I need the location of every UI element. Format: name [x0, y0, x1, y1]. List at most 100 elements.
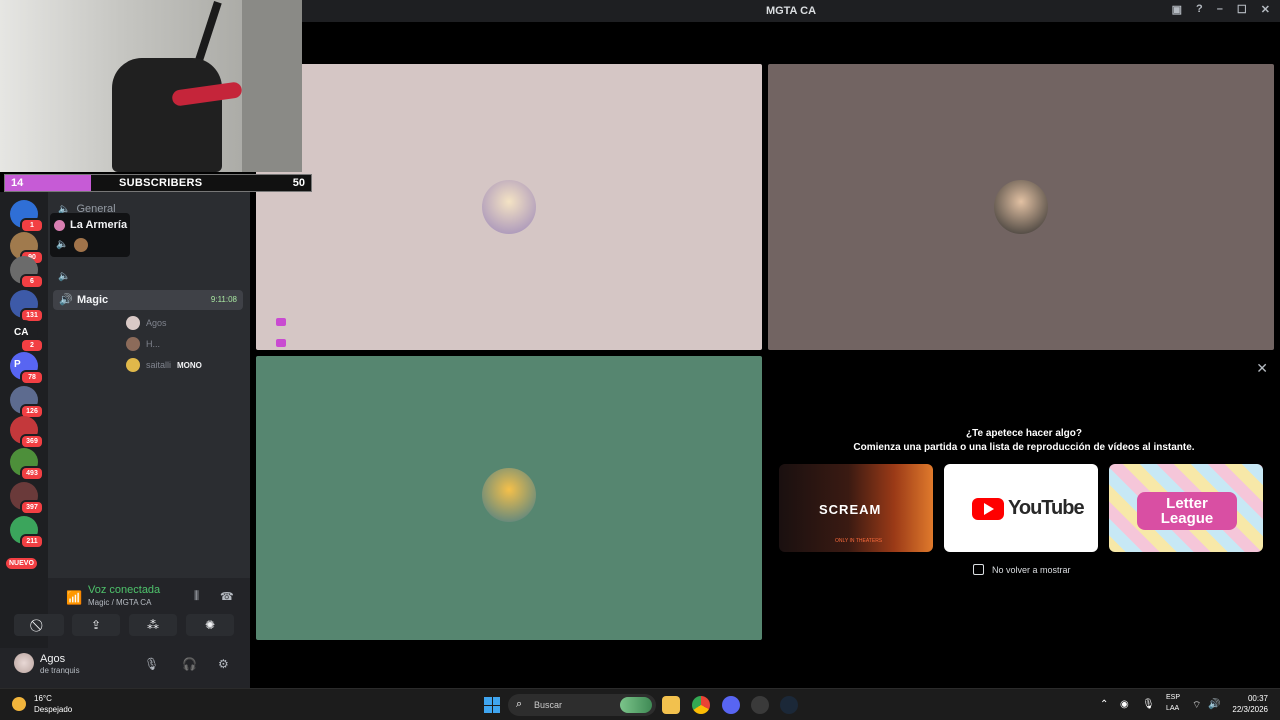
weather-condition: Despejado [34, 705, 73, 714]
channel-row[interactable]: 🔈 [58, 271, 70, 282]
chevron-up-icon[interactable]: ⌃ [1100, 699, 1108, 710]
mention-badge: 1 [20, 218, 44, 233]
mention-badge: 493 [20, 466, 44, 481]
language[interactable]: ESP [1166, 694, 1180, 701]
activity-question: ¿Te apetece hacer algo? [966, 428, 1082, 439]
language-region[interactable]: LAA [1166, 705, 1179, 712]
mention-badge: 78 [20, 370, 44, 385]
voice-member[interactable]: Agos [126, 316, 167, 330]
user-name: Agos [40, 653, 66, 665]
member-name: saitalli [146, 360, 172, 370]
server-icon[interactable]: 369 [10, 416, 44, 449]
activity-panel: ✕ ¿Te apetece hacer algo? Comienza una p… [768, 356, 1280, 640]
card-tagline: ONLY IN THEATERS [835, 538, 883, 544]
server-icon [54, 220, 65, 231]
voice-channel[interactable]: Magic / MGTA CA [88, 598, 151, 607]
participant-avatar [482, 468, 536, 522]
camera-off-button[interactable]: ⃠ [14, 614, 64, 636]
file-explorer-icon[interactable] [662, 696, 680, 714]
clock[interactable]: 00:37 [1232, 694, 1268, 703]
server-icon[interactable]: 211 [10, 516, 44, 549]
video-tile[interactable] [256, 356, 762, 640]
activities-button[interactable]: ⁂ [129, 614, 177, 636]
activity-card-letter-league[interactable]: Letter League [1109, 464, 1263, 552]
taskbar: 16°C Despejado ⌕ Buscar ⌃ ◉ 🎙 ESP LAA ⌔ … [0, 688, 1280, 720]
video-tile[interactable] [768, 64, 1274, 350]
network-app-icon[interactable]: ◉ [1120, 699, 1129, 710]
subscriber-goal: 50 [292, 177, 305, 189]
soundboard-button[interactable]: ✺ [186, 614, 234, 636]
help-icon[interactable]: ? [1196, 3, 1203, 16]
server-initials: CA [14, 327, 29, 338]
server-icon[interactable]: 6 [10, 256, 44, 289]
search-box[interactable]: ⌕ Buscar [508, 694, 656, 716]
activity-card-youtube[interactable]: YouTube [944, 464, 1098, 552]
avatar [126, 316, 140, 330]
server-icon[interactable]: 131 [10, 290, 44, 323]
gear-icon[interactable]: ⚙ [218, 657, 229, 671]
server-icon[interactable]: P 78 [10, 352, 44, 385]
voice-member[interactable]: saitalli MONO [126, 358, 202, 372]
inbox-icon[interactable]: ▣ [1172, 3, 1182, 16]
participant-avatar [482, 180, 536, 234]
search-icon: ⌕ [516, 698, 523, 710]
search-placeholder: Buscar [534, 700, 563, 710]
speaker-icon: 🔈 [58, 271, 71, 282]
signal-icon: 📶 [66, 590, 83, 605]
wifi-icon[interactable]: ⌔ [1192, 699, 1201, 712]
discord-icon[interactable] [722, 696, 740, 714]
dont-show-label: No volver a mostrar [992, 565, 1071, 575]
avatar [126, 358, 140, 372]
temperature: 16°C [34, 694, 52, 703]
card-title: YouTube [1008, 497, 1085, 519]
subscriber-goal-bar: 14 SUBSCRIBERS 50 [4, 174, 312, 192]
play-icon [984, 503, 994, 515]
chrome-icon[interactable] [692, 696, 710, 714]
disconnect-icon[interactable]: ☎ [220, 590, 234, 603]
subscriber-current: 14 [11, 177, 24, 189]
close-window-button[interactable]: ✕ [1261, 3, 1270, 16]
volume-icon[interactable]: 🔊 [1208, 699, 1220, 710]
server-initials: P [14, 359, 21, 370]
mention-badge: 6 [20, 274, 44, 289]
start-icon[interactable] [484, 697, 500, 713]
date[interactable]: 22/3/2026 [1222, 705, 1268, 714]
headphones-icon[interactable]: 🎧 [182, 657, 197, 671]
microphone-icon[interactable]: 🎙 [1142, 699, 1155, 710]
mention-badge: 2 [20, 338, 44, 353]
participant-avatar [994, 180, 1048, 234]
subscriber-label: SUBSCRIBERS [119, 177, 203, 189]
minimize-button[interactable]: – [1217, 3, 1223, 16]
server-tooltip: La Armería 🔈 [50, 213, 130, 257]
server-icon[interactable]: 1 [10, 200, 44, 233]
server-icon[interactable]: 126 [10, 386, 44, 419]
new-badge: NUEVO [6, 558, 37, 569]
noise-icon[interactable]: ⫼ [194, 590, 199, 603]
avatar [74, 238, 88, 252]
weather-icon[interactable] [12, 697, 26, 711]
game-icon [276, 318, 286, 326]
video-tile[interactable] [256, 64, 762, 350]
obs-icon[interactable] [751, 696, 769, 714]
call-timer: 9:11:08 [210, 295, 237, 304]
card-title: SCREAM [819, 502, 882, 517]
voice-member[interactable]: H... [126, 337, 160, 351]
activity-card-scream[interactable]: SCREAM ONLY IN THEATERS [779, 464, 933, 552]
member-name: H... [146, 339, 161, 349]
server-icon[interactable]: CA 2 [10, 320, 44, 353]
close-icon[interactable]: ✕ [1256, 360, 1268, 377]
avatar [126, 337, 140, 351]
channel-magic[interactable]: 🔊 Magic 9:11:08 [53, 290, 243, 310]
screen-share-button[interactable]: ⇪ [72, 614, 120, 636]
dont-show-checkbox[interactable] [973, 564, 984, 575]
webcam-overlay [0, 0, 302, 172]
speaker-icon: 🔈 [56, 239, 69, 250]
microphone-icon[interactable]: 🎙 [144, 657, 159, 671]
server-icon[interactable]: 397 [10, 482, 44, 515]
server-icon[interactable]: 493 [10, 448, 44, 481]
avatar[interactable] [14, 653, 34, 673]
maximize-button[interactable]: ☐ [1237, 3, 1247, 16]
speaker-icon: 🔊 [59, 294, 73, 306]
steam-icon[interactable] [780, 696, 798, 714]
title-bar: MGTA CA ▣ ? – ☐ ✕ [302, 0, 1280, 22]
